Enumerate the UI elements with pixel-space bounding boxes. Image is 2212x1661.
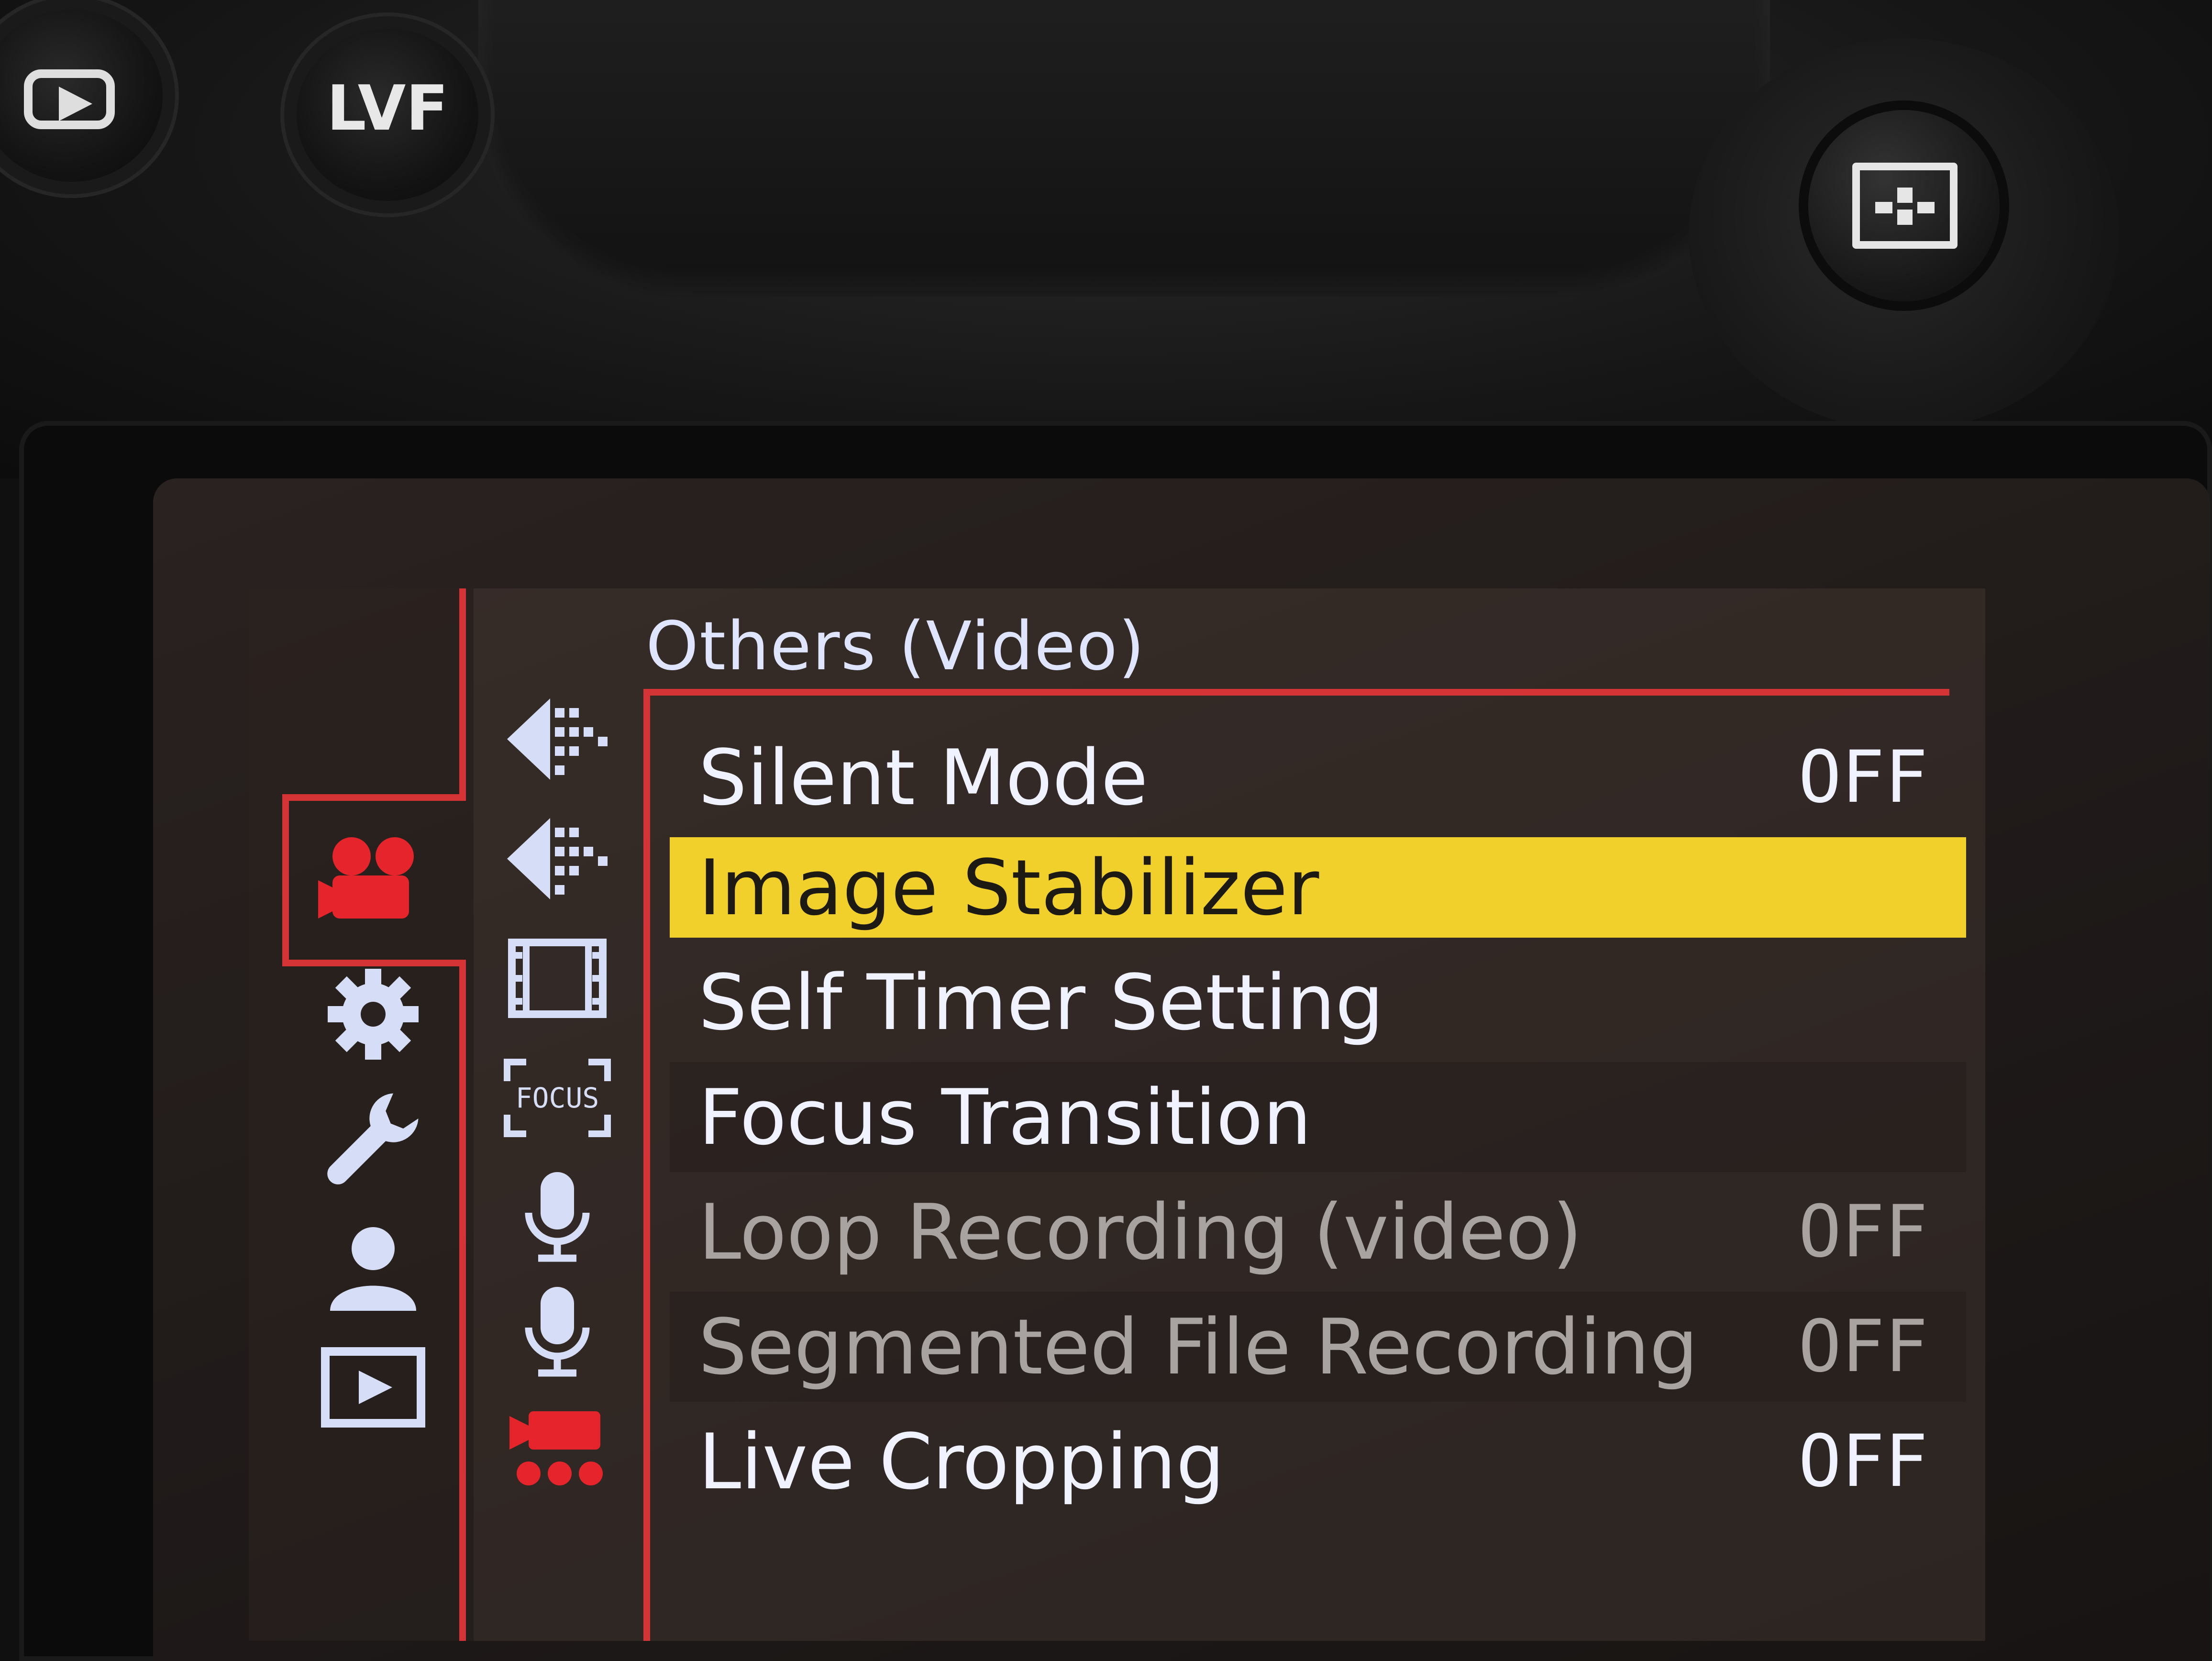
active-category-top-border	[282, 794, 466, 801]
subtab-divider	[643, 689, 650, 1641]
playback-icon	[24, 69, 115, 129]
menu-item-label: Self Timer Setting	[698, 957, 1384, 1047]
menu-item-value: OFF	[1798, 736, 1928, 819]
focus-icon[interactable]: FOCUS	[498, 1043, 617, 1153]
video-camera-icon[interactable]	[311, 818, 435, 942]
microphone-icon-2[interactable]	[498, 1277, 617, 1387]
viewfinder-eyecup	[478, 0, 1770, 297]
category-divider-upper	[459, 588, 466, 799]
microphone-icon-1[interactable]	[498, 1163, 617, 1273]
menu-item-label: Segmented File Recording	[698, 1302, 1698, 1392]
menu-item-value: OFF	[1798, 1190, 1928, 1273]
menu-item-label: Silent Mode	[698, 732, 1148, 822]
wrench-icon[interactable]	[311, 1076, 435, 1201]
heading-underline	[643, 689, 1949, 696]
playback-icon[interactable]	[311, 1325, 435, 1450]
gear-icon[interactable]	[311, 952, 435, 1076]
menu-item-value: OFF	[1798, 1420, 1928, 1503]
menu-item-focus-transition[interactable]: Focus Transition	[670, 1062, 1966, 1172]
camera-menu: FOCUS Others (Video) Silent Mode OFF Ima…	[249, 588, 1985, 1641]
film-strip-icon[interactable]	[498, 923, 617, 1033]
menu-item-label: Loop Recording (video)	[698, 1187, 1582, 1277]
menu-item-loop-recording[interactable]: Loop Recording (video) OFF	[670, 1177, 1966, 1287]
menu-heading: Others (Video)	[646, 608, 1146, 686]
menu-item-segmented-file-recording[interactable]: Segmented File Recording OFF	[670, 1292, 1966, 1402]
focus-icon-label: FOCUS	[515, 1082, 599, 1114]
image-quality-icon-2[interactable]	[498, 804, 617, 914]
menu-item-image-stabilizer[interactable]: Image Stabilizer	[670, 837, 1966, 938]
active-category-left-border	[282, 794, 289, 966]
menu-item-silent-mode[interactable]: Silent Mode OFF	[670, 722, 1966, 832]
menu-item-live-cropping[interactable]: Live Cropping OFF	[670, 1406, 1966, 1517]
person-icon[interactable]	[311, 1206, 435, 1330]
menu-item-label: Live Cropping	[698, 1417, 1225, 1506]
others-video-icon[interactable]	[498, 1392, 617, 1502]
af-area-icon	[1852, 163, 1958, 249]
menu-item-label: Image Stabilizer	[698, 842, 1319, 932]
menu-item-value: OFF	[1798, 1305, 1928, 1388]
lvf-button-label: LVF	[326, 72, 449, 144]
menu-item-self-timer-setting[interactable]: Self Timer Setting	[670, 947, 1966, 1057]
category-divider-lower	[459, 960, 466, 1641]
image-quality-icon-1[interactable]	[498, 684, 617, 794]
menu-item-label: Focus Transition	[698, 1072, 1312, 1162]
